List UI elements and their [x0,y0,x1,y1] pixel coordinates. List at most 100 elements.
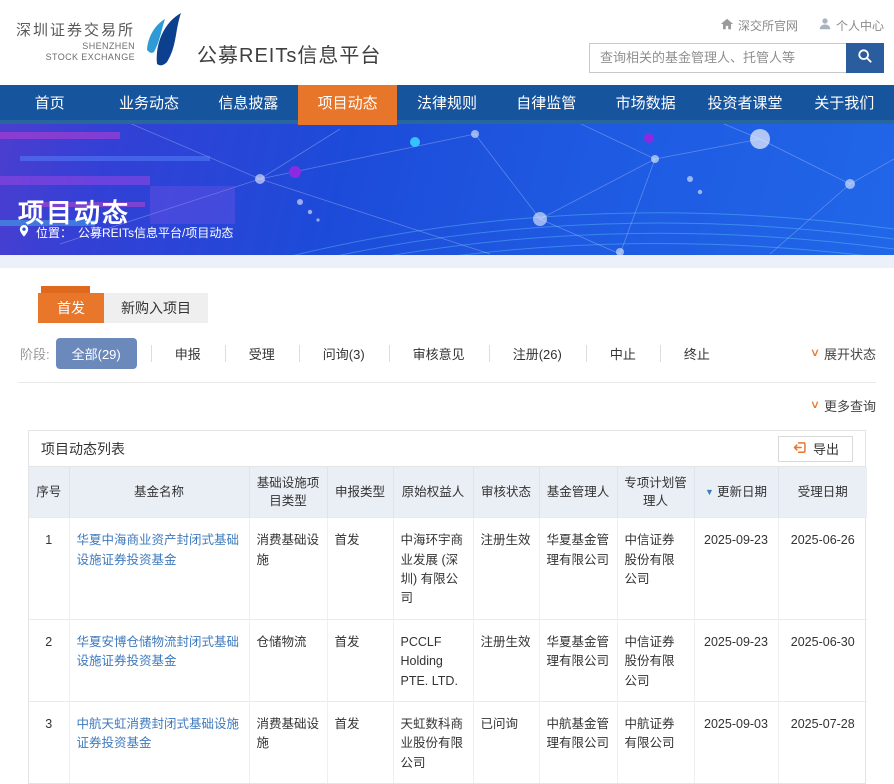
filter-option-1[interactable]: 申报 [151,338,225,369]
cell-fund_name: 华夏中海商业资产封闭式基础设施证券投资基金 [69,518,249,620]
cell-seq: 2 [29,619,69,701]
filter-option-7[interactable]: 终止 [660,338,734,369]
breadcrumb-prefix: 位置： [36,224,72,241]
cell-seq: 1 [29,518,69,620]
stage-filter-label: 阶段: [20,344,50,363]
search-icon [857,48,873,67]
project-table-card: 项目动态列表 导出 序号基金名称基础设施项目类型申报类型原始权益人审核状态基金管… [28,430,866,784]
column-header-3[interactable]: 申报类型 [327,467,393,518]
nav-item-8[interactable]: 关于我们 [795,85,894,120]
cell-original_owner: 天虹数科商业股份有限公司 [393,701,473,783]
cell-project_type: 消费基础设施 [249,518,327,620]
column-header-9[interactable]: 受理日期 [778,467,867,518]
table-title-bar: 项目动态列表 导出 [29,431,865,467]
more-query-row: ∨ 更多查询 [18,383,876,427]
personal-center-link[interactable]: 个人中心 [818,17,884,34]
cell-original_owner: PCCLF Holding PTE. LTD. [393,619,473,701]
exchange-name-cn: 深圳证券交易所 [16,22,135,41]
cell-accept_date: 2025-06-26 [778,518,867,620]
tab-1[interactable]: 新购入项目 [104,293,208,323]
cell-update_date: 2025-09-23 [694,518,778,620]
page-background-strip [0,255,894,268]
cell-apply_type: 首发 [327,701,393,783]
official-site-link[interactable]: 深交所官网 [720,17,798,34]
cell-fund_name: 中航天虹消费封闭式基础设施证券投资基金 [69,701,249,783]
more-query-label: 更多查询 [824,396,876,415]
column-header-0[interactable]: 序号 [29,467,69,518]
nav-item-2[interactable]: 信息披露 [199,85,298,120]
official-site-label: 深交所官网 [738,17,798,34]
nav-item-1[interactable]: 业务动态 [99,85,198,120]
nav-item-7[interactable]: 投资者课堂 [695,85,794,120]
nav-item-4[interactable]: 法律规则 [397,85,496,120]
cell-apply_type: 首发 [327,518,393,620]
cell-review_status: 注册生效 [473,518,539,620]
fund-link[interactable]: 中航天虹消费封闭式基础设施证券投资基金 [77,717,240,750]
export-label: 导出 [813,439,839,458]
personal-center-label: 个人中心 [836,17,884,34]
chevron-down-icon: ∨ [810,400,820,411]
table-header-row: 序号基金名称基础设施项目类型申报类型原始权益人审核状态基金管理人专项计划管理人▼… [29,467,867,518]
expand-status-toggle[interactable]: ∨ 展开状态 [811,344,876,363]
column-header-6[interactable]: 基金管理人 [539,467,617,518]
nav-item-0[interactable]: 首页 [0,85,99,120]
column-header-7[interactable]: 专项计划管理人 [617,467,694,518]
column-header-4[interactable]: 原始权益人 [393,467,473,518]
fund-link[interactable]: 华夏中海商业资产封闭式基础设施证券投资基金 [77,533,240,566]
column-header-8[interactable]: ▼更新日期 [694,467,778,518]
column-header-2[interactable]: 基础设施项目类型 [249,467,327,518]
table-title: 项目动态列表 [41,439,125,459]
fund-link[interactable]: 华夏安博仓储物流封闭式基础设施证券投资基金 [77,635,240,668]
cell-fund_manager: 中航基金管理有限公司 [539,701,617,783]
nav-item-3-active[interactable]: 项目动态 [298,85,397,125]
top-links: 深交所官网 个人中心 [720,17,884,34]
more-query-toggle[interactable]: ∨ 更多查询 [811,396,876,415]
header-right: 深交所官网 个人中心 [589,13,884,73]
exchange-name-en1: SHENZHEN [16,41,135,52]
tabs: 首发新购入项目 [38,293,876,323]
site-header: 深圳证券交易所 SHENZHEN STOCK EXCHANGE 公募REITs信… [0,0,894,85]
cell-accept_date: 2025-06-30 [778,619,867,701]
cell-project_type: 仓储物流 [249,619,327,701]
cell-project_type: 消费基础设施 [249,701,327,783]
table-row: 2华夏安博仓储物流封闭式基础设施证券投资基金仓储物流首发PCCLF Holdin… [29,619,867,701]
filter-option-5[interactable]: 注册(26) [489,338,586,369]
exchange-name-en2: STOCK EXCHANGE [16,52,135,63]
filter-option-0[interactable]: 全部(29) [56,338,137,369]
nav-item-6[interactable]: 市场数据 [596,85,695,120]
column-header-1[interactable]: 基金名称 [69,467,249,518]
breadcrumb-path[interactable]: 公募REITs信息平台/项目动态 [78,224,233,241]
cell-update_date: 2025-09-03 [694,701,778,783]
table-body: 1华夏中海商业资产封闭式基础设施证券投资基金消费基础设施首发中海环宇商业发展 (… [29,518,867,783]
user-icon [818,17,832,34]
cell-update_date: 2025-09-23 [694,619,778,701]
content: 首发新购入项目 阶段: 全部(29)申报受理问询(3)审核意见注册(26)中止终… [0,293,894,784]
nav-item-5[interactable]: 自律监管 [497,85,596,120]
cell-seq: 3 [29,701,69,783]
szse-logo-icon [141,12,185,73]
cell-original_owner: 中海环宇商业发展 (深圳) 有限公司 [393,518,473,620]
project-table: 序号基金名称基础设施项目类型申报类型原始权益人审核状态基金管理人专项计划管理人▼… [29,467,867,783]
search-bar [589,43,884,73]
filter-option-2[interactable]: 受理 [225,338,299,369]
stage-filter-row: 阶段: 全部(29) 申报受理问询(3)审核意见注册(26)中止终止 ∨ 展开状态 [18,338,876,369]
filter-option-4[interactable]: 审核意见 [389,338,489,369]
search-button[interactable] [846,43,884,73]
export-button[interactable]: 导出 [778,436,853,462]
filter-option-6[interactable]: 中止 [586,338,660,369]
filter-option-3[interactable]: 问询(3) [299,338,389,369]
export-icon [792,440,807,458]
tab-0[interactable]: 首发 [38,293,104,323]
home-icon [720,17,734,34]
search-input[interactable] [589,43,846,73]
main-nav: 首页业务动态信息披露项目动态法律规则自律监管市场数据投资者课堂关于我们 [0,85,894,120]
breadcrumb: 位置： 公募REITs信息平台/项目动态 [18,224,233,241]
table-row: 1华夏中海商业资产封闭式基础设施证券投资基金消费基础设施首发中海环宇商业发展 (… [29,518,867,620]
table-row: 3中航天虹消费封闭式基础设施证券投资基金消费基础设施首发天虹数科商业股份有限公司… [29,701,867,783]
cell-plan_manager: 中航证券有限公司 [617,701,694,783]
site-title: 公募REITs信息平台 [197,39,381,68]
cell-fund_manager: 华夏基金管理有限公司 [539,619,617,701]
exchange-logo-text: 深圳证券交易所 SHENZHEN STOCK EXCHANGE [16,22,135,63]
sort-desc-icon[interactable]: ▼ [705,487,714,497]
column-header-5[interactable]: 审核状态 [473,467,539,518]
